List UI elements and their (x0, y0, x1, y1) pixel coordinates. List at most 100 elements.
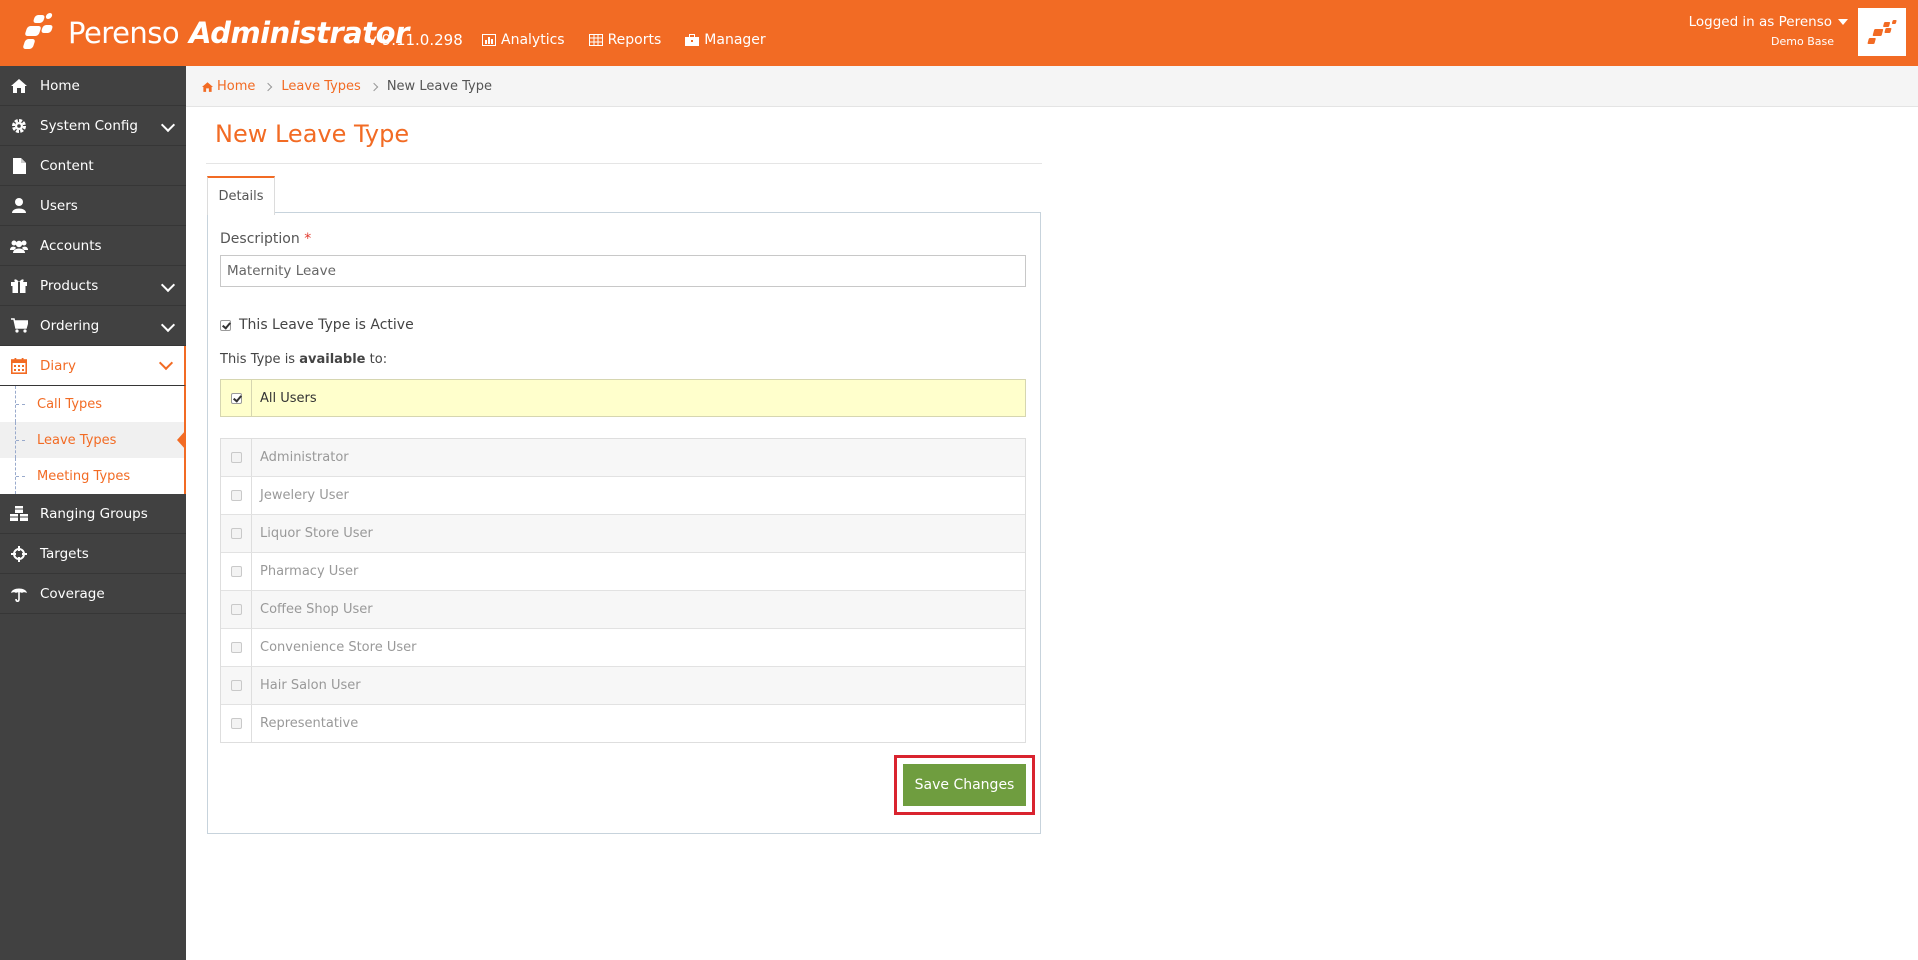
role-checkbox[interactable] (230, 642, 242, 653)
availability-suffix: to: (365, 352, 388, 367)
sidebar-item-users[interactable]: Users (0, 186, 186, 226)
briefcase-icon (685, 34, 700, 46)
role-row[interactable]: Convenience Store User (221, 629, 1025, 667)
chevron-right-icon (264, 82, 273, 91)
role-checkbox[interactable] (230, 490, 242, 501)
brand-name: Perenso (68, 16, 180, 50)
bar-chart-icon (482, 34, 496, 46)
breadcrumb-leave-types[interactable]: Leave Types (281, 79, 360, 94)
role-row[interactable]: Pharmacy User (221, 553, 1025, 591)
sidebar-item-label: Coverage (40, 585, 105, 602)
sidebar-subitem-leave-types[interactable]: Leave Types (0, 422, 186, 458)
active-checkbox-row[interactable]: This Leave Type is Active (220, 317, 414, 333)
sidebar-subitem-label: Meeting Types (37, 468, 131, 484)
home-icon (202, 81, 213, 92)
user-menu[interactable]: Logged in as Perenso Demo Base (1689, 14, 1848, 48)
required-mark: * (304, 231, 312, 247)
sidebar-item-diary[interactable]: Diary (0, 346, 186, 386)
sidebar-item-label: Products (40, 277, 99, 294)
role-label: Hair Salon User (260, 678, 361, 693)
sidebar-item-system-config[interactable]: System Config (0, 106, 186, 146)
brand-logo[interactable]: Perenso Administrator (22, 10, 409, 56)
nav-analytics-label: Analytics (501, 32, 565, 48)
role-row[interactable]: Jewelery User (221, 477, 1025, 515)
role-row[interactable]: Liquor Store User (221, 515, 1025, 553)
active-checkbox[interactable] (220, 319, 231, 331)
sidebar-item-products[interactable]: Products (0, 266, 186, 306)
breadcrumb-home-label: Home (217, 79, 256, 94)
save-changes-button[interactable]: Save Changes (903, 764, 1026, 806)
role-label: Convenience Store User (260, 640, 417, 655)
role-checkbox[interactable] (230, 528, 242, 539)
top-bar: Perenso Administrator v 9.11.0.298 Analyt… (0, 0, 1918, 66)
chevron-down-icon (160, 317, 176, 333)
table-icon (588, 34, 603, 46)
breadcrumb-home[interactable]: Home (202, 79, 255, 94)
logged-in-label: Logged in as Perenso (1688, 14, 1832, 30)
description-label-text: Description (220, 231, 300, 247)
breadcrumb-current: New Leave Type (386, 79, 492, 94)
cart-icon (10, 318, 28, 334)
role-checkbox[interactable] (230, 604, 242, 615)
sidebar-item-label: System Config (40, 117, 138, 134)
avatar[interactable] (1858, 8, 1906, 56)
nav-analytics[interactable]: Analytics (482, 32, 565, 48)
sidebar-item-ranging-groups[interactable]: Ranging Groups (0, 494, 186, 534)
sidebar-subitem-call-types[interactable]: Call Types (0, 386, 184, 422)
roles-list: Administrator Jewelery User Liquor Store… (220, 438, 1026, 743)
sidebar-item-label: Accounts (40, 237, 102, 254)
role-row[interactable]: Coffee Shop User (221, 591, 1025, 629)
sidebar-item-label: Users (40, 197, 78, 214)
breadcrumb: Home Leave Types New Leave Type (202, 79, 492, 94)
sidebar-item-ordering[interactable]: Ordering (0, 306, 186, 346)
role-checkbox[interactable] (230, 718, 242, 729)
role-label: Pharmacy User (260, 564, 359, 579)
sidebar-subitem-meeting-types[interactable]: Meeting Types (0, 458, 184, 494)
gift-icon (10, 278, 28, 294)
nav-manager-label: Manager (704, 32, 766, 48)
cubes-icon (10, 505, 28, 522)
home-icon (10, 78, 28, 94)
role-row[interactable]: Administrator (221, 439, 1025, 477)
sidebar-item-coverage[interactable]: Coverage (0, 574, 186, 614)
umbrella-icon (10, 586, 28, 602)
role-label: Liquor Store User (260, 526, 373, 541)
tab-details[interactable]: Details (207, 176, 275, 215)
role-row[interactable]: Representative (221, 705, 1025, 742)
sidebar-item-label: Diary (40, 357, 76, 374)
chevron-right-icon (369, 82, 379, 91)
role-checkbox[interactable] (230, 566, 242, 577)
all-users-checkbox[interactable] (230, 392, 242, 404)
sidebar-subitem-label: Leave Types (37, 432, 117, 448)
sidebar-item-label: Ranging Groups (40, 505, 148, 522)
role-checkbox[interactable] (230, 680, 242, 691)
role-checkbox[interactable] (230, 452, 242, 463)
users-icon (10, 238, 28, 254)
perenso-logo-icon (22, 13, 62, 53)
availability-label: This Type is available to: (220, 352, 387, 367)
crosshair-icon (10, 545, 28, 562)
sidebar-item-content[interactable]: Content (0, 146, 186, 186)
role-row[interactable]: Hair Salon User (221, 667, 1025, 705)
nav-reports[interactable]: Reports (588, 32, 662, 48)
sidebar-item-targets[interactable]: Targets (0, 534, 186, 574)
all-users-row[interactable]: All Users (220, 379, 1026, 417)
sidebar: Home System Config Content Users Account… (0, 66, 186, 960)
sidebar-subitem-label: Call Types (37, 396, 103, 412)
active-pointer-icon (177, 430, 186, 450)
description-label: Description * (220, 231, 311, 247)
description-field[interactable] (220, 255, 1026, 287)
nav-manager[interactable]: Manager (685, 32, 766, 48)
title-divider (206, 163, 1042, 164)
sidebar-item-accounts[interactable]: Accounts (0, 226, 186, 266)
version-label: v 9.11.0.298 (368, 31, 463, 49)
nav-reports-label: Reports (607, 32, 662, 48)
sidebar-item-label: Ordering (40, 317, 100, 334)
all-users-label: All Users (260, 390, 317, 406)
sidebar-item-home[interactable]: Home (0, 66, 186, 106)
sidebar-item-label: Home (40, 77, 80, 94)
sidebar-item-label: Targets (40, 545, 89, 562)
chevron-down-icon (158, 355, 174, 371)
breadcrumb-bar: Home Leave Types New Leave Type (186, 66, 1918, 107)
chevron-down-icon (160, 117, 176, 133)
